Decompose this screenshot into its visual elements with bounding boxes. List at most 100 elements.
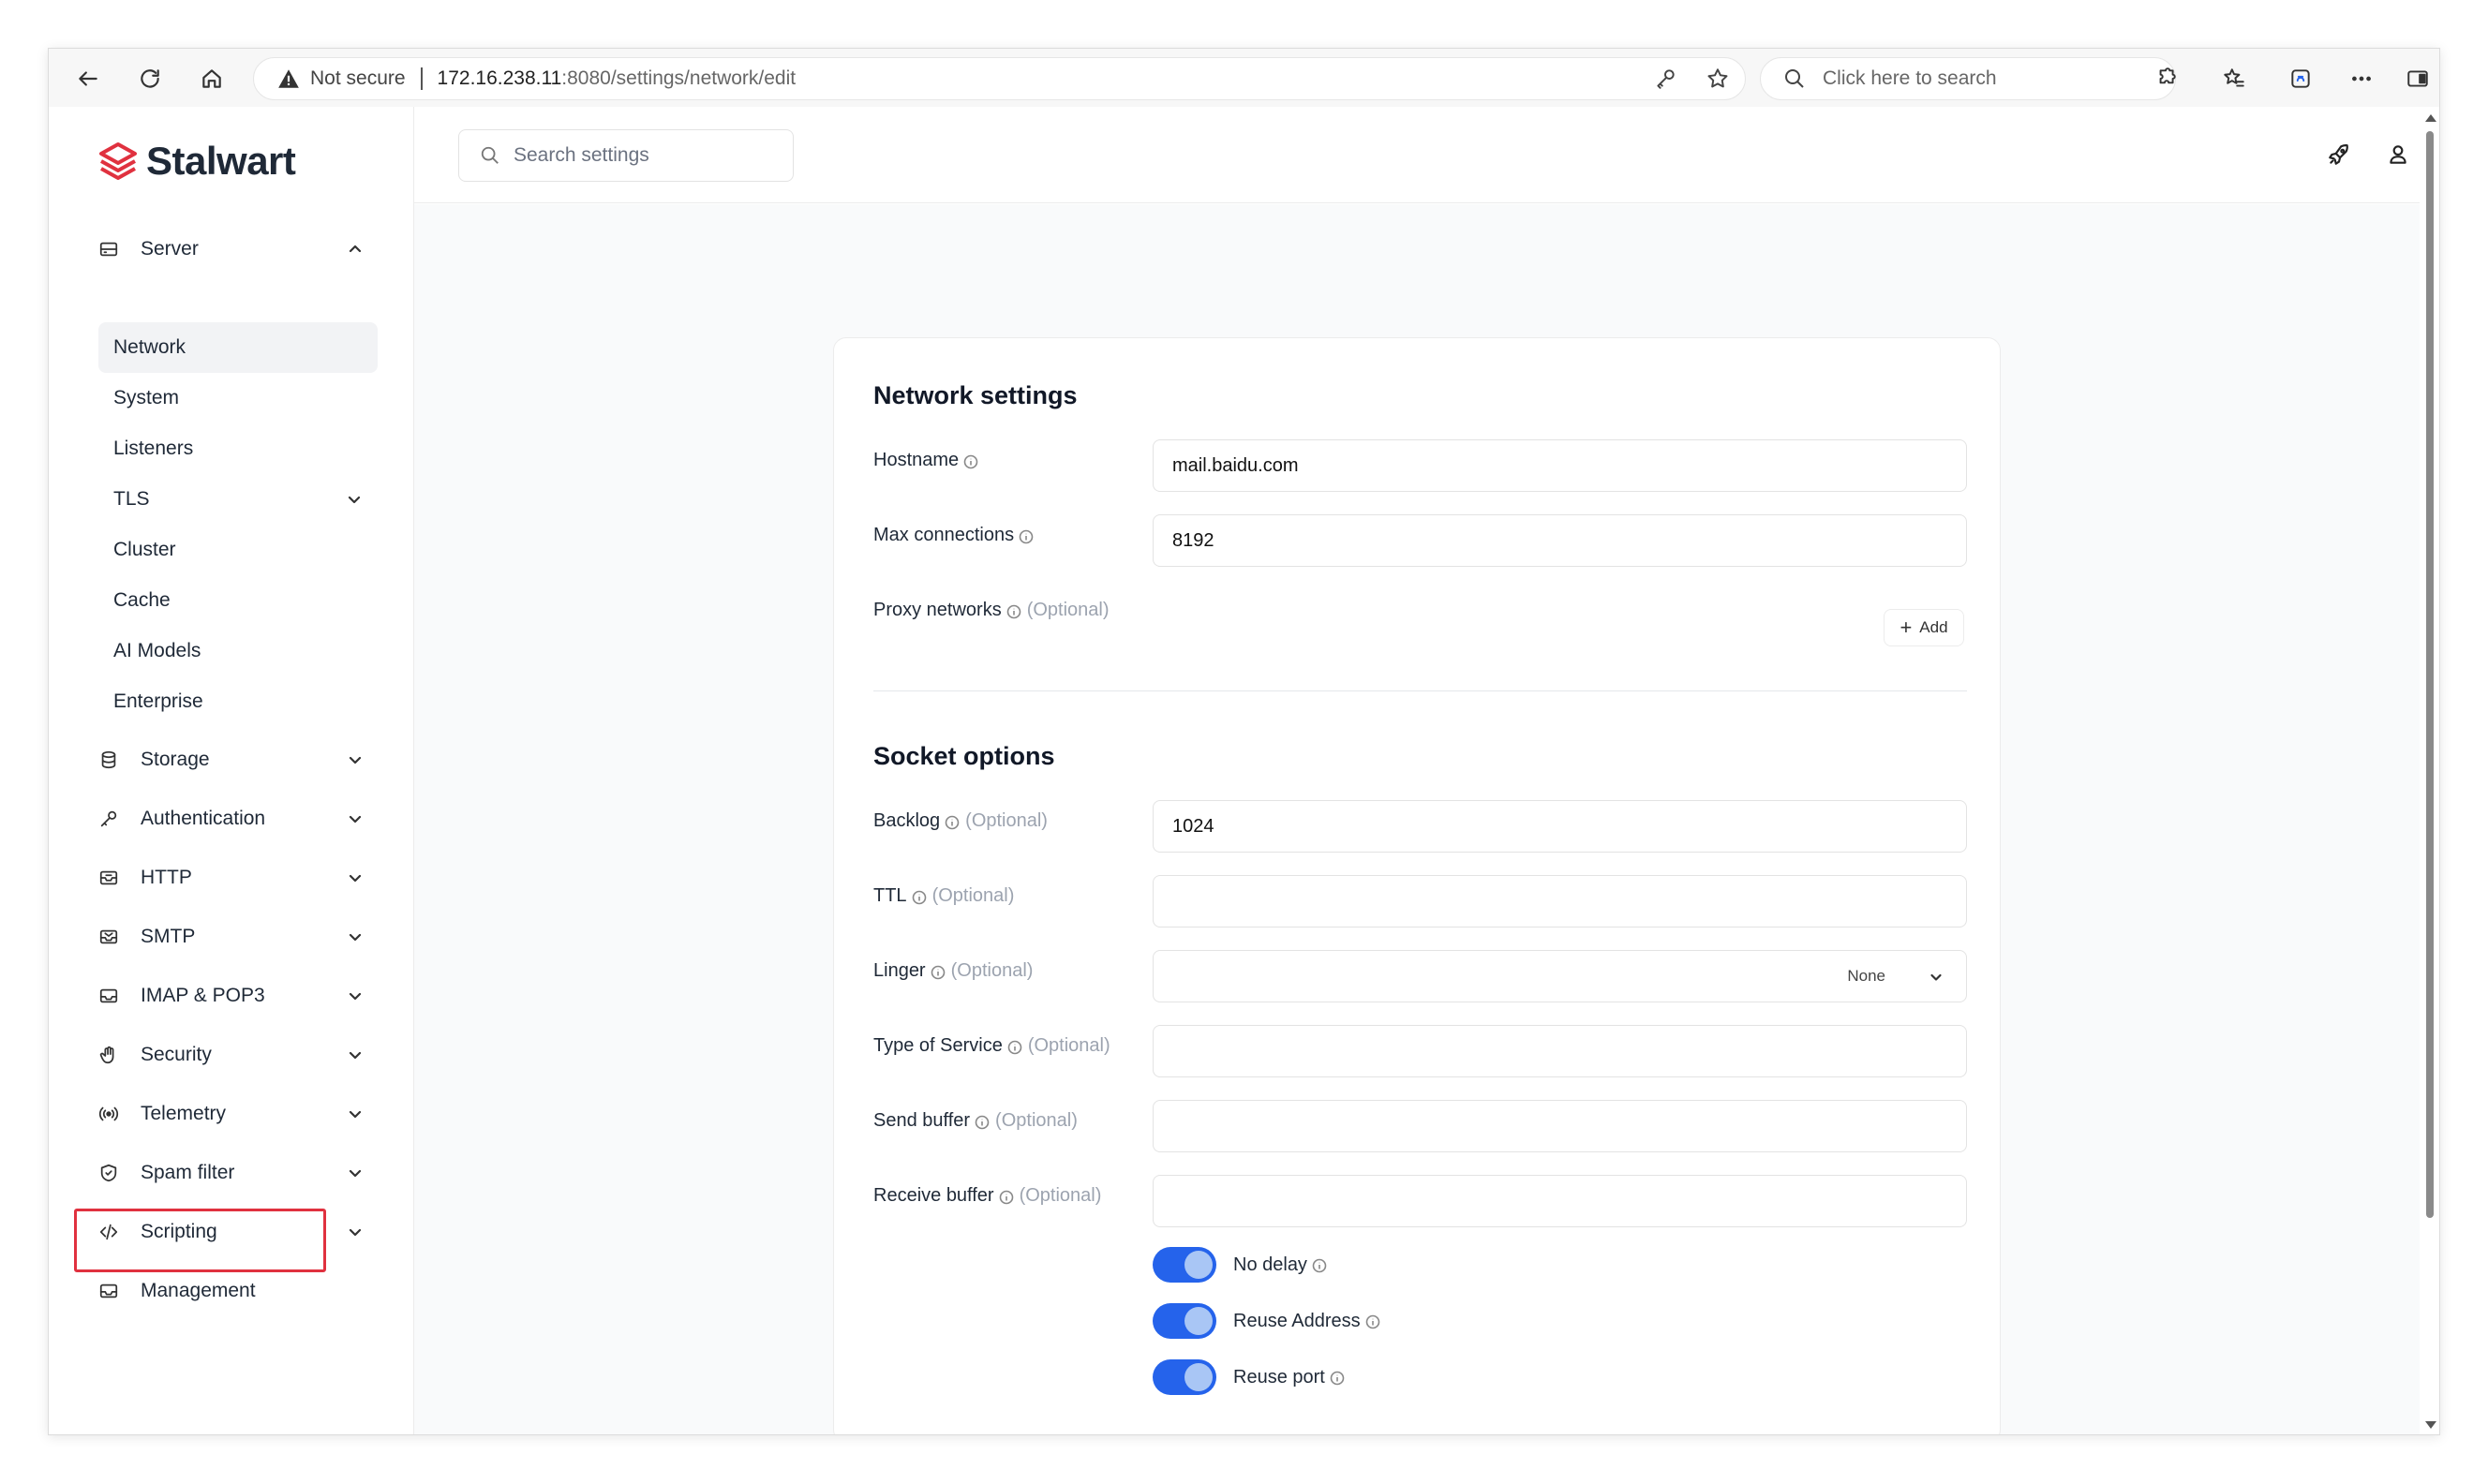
plus-icon: +: [1900, 616, 1913, 639]
sidebar-panel-icon: [2407, 70, 2428, 87]
toggle-knob: [1184, 1251, 1213, 1279]
info-icon[interactable]: [912, 889, 927, 904]
reuse-port-toggle[interactable]: [1153, 1359, 1216, 1395]
no-delay-toggle[interactable]: [1153, 1247, 1216, 1283]
key-icon[interactable]: [1653, 67, 1677, 91]
reuse-address-toggle[interactable]: [1153, 1303, 1216, 1339]
sidebar-item-network[interactable]: Network: [98, 322, 378, 373]
info-icon[interactable]: [975, 1114, 990, 1129]
sidebar-item-label: TLS: [113, 488, 150, 510]
sidebar-item-spam-filter[interactable]: Spam filter: [97, 1149, 379, 1197]
reuse-port-label-text: Reuse port: [1233, 1366, 1325, 1388]
server-icon: [97, 238, 120, 260]
user-icon: [2390, 145, 2406, 164]
send-buffer-input[interactable]: [1153, 1100, 1967, 1152]
sidebar-item-label: AI Models: [113, 640, 201, 661]
chevron-down-icon: [347, 928, 364, 945]
backlog-label-text: Backlog: [873, 810, 941, 831]
sidebar-item-authentication[interactable]: Authentication: [97, 794, 379, 843]
brand-logo[interactable]: Stalwart: [97, 139, 296, 184]
browser-search-box[interactable]: Click here to search: [1760, 57, 2176, 100]
back-button[interactable]: [71, 62, 105, 96]
scrollbar-thumb[interactable]: [2426, 131, 2434, 1218]
info-icon[interactable]: [1330, 1370, 1345, 1386]
add-proxy-network-button[interactable]: + Add: [1884, 609, 1964, 646]
reuse-port-row: Reuse port: [1153, 1359, 1345, 1395]
favorites-button[interactable]: [2219, 64, 2249, 94]
info-icon[interactable]: [999, 1189, 1014, 1204]
max-connections-label-text: Max connections: [873, 525, 1015, 545]
sidebar-item-label: Enterprise: [113, 690, 203, 712]
sidebar-item-listeners[interactable]: Listeners: [98, 423, 378, 474]
settings-search-box[interactable]: [458, 129, 794, 182]
sidebar-item-label: Listeners: [113, 438, 194, 459]
optional-tag: (Optional): [1019, 1185, 1102, 1206]
backlog-label: Backlog (Optional): [873, 810, 1048, 832]
warning-icon: [278, 69, 299, 88]
ttl-input[interactable]: [1153, 875, 1967, 928]
info-icon[interactable]: [1006, 603, 1021, 618]
backlog-input[interactable]: [1153, 800, 1967, 853]
sidebar-item-management[interactable]: Management: [97, 1267, 379, 1315]
extensions-button[interactable]: [2151, 64, 2181, 94]
sidebar-item-imap-pop3[interactable]: IMAP & POP3: [97, 972, 379, 1020]
address-bar[interactable]: Not secure 172.16.238.11:8080/settings/n…: [253, 57, 1746, 100]
key-icon: [97, 808, 120, 830]
collections-button[interactable]: [2286, 64, 2316, 94]
sidebar-item-label: Cluster: [113, 539, 176, 560]
info-icon[interactable]: [1007, 1039, 1022, 1054]
sidebar-item-server[interactable]: Server: [97, 225, 379, 274]
top-bar: [414, 107, 2420, 203]
broadcast-icon: [97, 1103, 120, 1125]
section-divider: [873, 690, 1967, 691]
scroll-down-arrow-icon[interactable]: [2425, 1421, 2436, 1429]
hostname-input[interactable]: [1153, 439, 1967, 492]
proxy-networks-label: Proxy networks (Optional): [873, 600, 1110, 621]
browser-window: Not secure 172.16.238.11:8080/settings/n…: [48, 48, 2440, 1435]
inbox-icon: [97, 867, 120, 889]
sidebar-item-cluster[interactable]: Cluster: [98, 525, 378, 575]
sidebar-item-smtp[interactable]: SMTP: [97, 913, 379, 961]
sidebar-item-http[interactable]: HTTP: [97, 853, 379, 902]
sidebar-toggle-button[interactable]: [2403, 64, 2433, 94]
info-icon[interactable]: [1365, 1313, 1380, 1329]
reload-button[interactable]: [133, 62, 167, 96]
type-of-service-input[interactable]: [1153, 1025, 1967, 1077]
sidebar-item-enterprise[interactable]: Enterprise: [98, 676, 378, 727]
info-icon[interactable]: [945, 814, 960, 829]
max-connections-input[interactable]: [1153, 514, 1967, 567]
linger-select[interactable]: None: [1153, 950, 1967, 1002]
star-icon[interactable]: [1706, 67, 1730, 91]
sidebar-item-label: SMTP: [141, 926, 196, 947]
scroll-up-arrow-icon[interactable]: [2425, 114, 2436, 122]
info-icon[interactable]: [931, 964, 946, 979]
rocket-button[interactable]: [2327, 142, 2353, 169]
chevron-down-icon: [347, 1046, 364, 1063]
sidebar-item-security[interactable]: Security: [97, 1031, 379, 1079]
more-button[interactable]: [2346, 64, 2376, 94]
chevron-down-icon: [347, 751, 364, 768]
sidebar-item-tls[interactable]: TLS: [98, 474, 378, 525]
mail-icon: [97, 926, 120, 948]
info-icon[interactable]: [1019, 528, 1034, 543]
more-dots-icon: [2352, 76, 2371, 82]
info-icon[interactable]: [963, 453, 978, 468]
sidebar-item-cache[interactable]: Cache: [98, 575, 378, 626]
add-button-label: Add: [1919, 618, 1948, 636]
sidebar-item-label: Management: [141, 1280, 256, 1301]
home-button[interactable]: [195, 62, 229, 96]
user-menu-button[interactable]: [2386, 142, 2412, 169]
optional-tag: (Optional): [1027, 1035, 1110, 1056]
browser-search-placeholder: Click here to search: [1823, 67, 1997, 89]
optional-tag: (Optional): [965, 810, 1048, 831]
reuse-address-label-text: Reuse Address: [1233, 1310, 1361, 1331]
sidebar-item-system[interactable]: System: [98, 373, 378, 423]
settings-search-input[interactable]: [514, 144, 776, 167]
sidebar-item-ai-models[interactable]: AI Models: [98, 626, 378, 676]
info-icon[interactable]: [1312, 1257, 1327, 1273]
sidebar-item-telemetry[interactable]: Telemetry: [97, 1090, 379, 1138]
sidebar-item-storage[interactable]: Storage: [97, 735, 379, 784]
page-scrollbar[interactable]: [2420, 107, 2439, 1434]
receive-buffer-input[interactable]: [1153, 1175, 1967, 1227]
browser-toolbar: Not secure 172.16.238.11:8080/settings/n…: [49, 49, 2439, 107]
